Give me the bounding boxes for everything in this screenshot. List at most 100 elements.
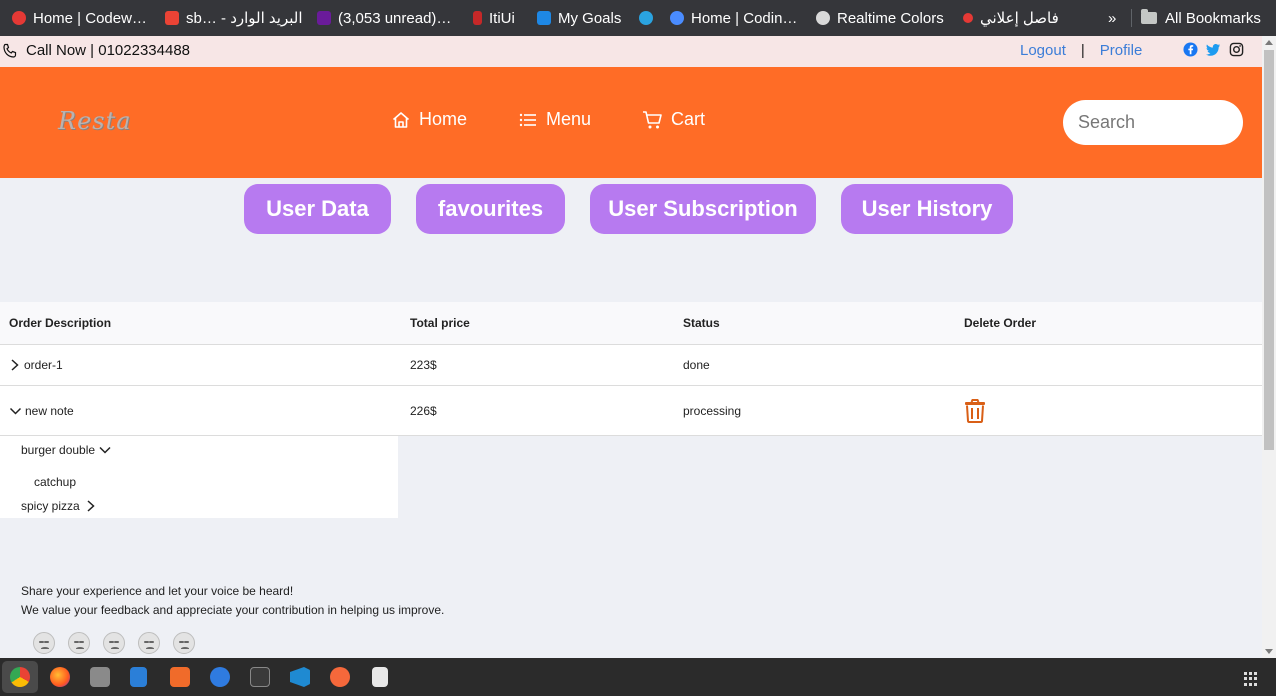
gmail-icon <box>165 11 179 25</box>
cart-icon <box>643 110 662 128</box>
order-items-list: burger double catchup spicy pizza <box>0 436 398 518</box>
chrome-icon[interactable] <box>10 667 30 687</box>
vscode-icon[interactable] <box>290 667 310 687</box>
bookmark-itiui[interactable]: ItiUi <box>473 0 515 36</box>
tab-user-subscription[interactable]: User Subscription <box>590 184 816 234</box>
order-total: 223$ <box>410 358 437 372</box>
table-header: Order Description Total price Status Del… <box>0 302 1262 345</box>
nav-home-label: Home <box>419 109 468 129</box>
page-viewport: Call Now | 01022334488 Logout | Profile … <box>0 36 1262 658</box>
bookmark-realtime-colors[interactable]: Realtime Colors <box>816 0 944 36</box>
list-item[interactable]: burger double <box>21 443 112 457</box>
scroll-up-arrow-icon[interactable] <box>1265 40 1273 45</box>
account-links: Logout | Profile <box>1020 42 1142 59</box>
trash-icon <box>965 398 985 423</box>
os-taskbar <box>0 658 1276 696</box>
bookmarks-divider <box>1131 9 1132 27</box>
bookmark-ad-break[interactable]: فاصل إعلاني <box>963 0 1059 36</box>
yahoo-mail-icon <box>317 11 331 25</box>
logout-link[interactable]: Logout <box>1020 42 1066 59</box>
itiui-icon <box>473 11 482 25</box>
search-input[interactable] <box>1063 100 1243 145</box>
order-status: processing <box>683 403 742 418</box>
folder-icon <box>1141 9 1157 24</box>
chevron-down-icon[interactable] <box>98 444 112 456</box>
tab-favourites[interactable]: favourites <box>416 184 565 234</box>
phone-contact: Call Now | 01022334488 <box>2 42 190 59</box>
tab-user-history[interactable]: User History <box>841 184 1013 234</box>
contact-bar: Call Now | 01022334488 Logout | Profile <box>0 36 1262 67</box>
twitter-icon[interactable] <box>1206 42 1221 57</box>
instagram-icon[interactable] <box>1229 42 1244 57</box>
header-delete-order: Delete Order <box>964 316 1037 330</box>
rating-face-icon[interactable] <box>103 632 125 654</box>
list-icon <box>519 113 536 126</box>
codewars-icon <box>12 11 26 25</box>
nav-menu[interactable]: Menu <box>518 109 591 130</box>
header-total-price: Total price <box>410 316 470 330</box>
facebook-icon[interactable] <box>1183 42 1198 57</box>
trash-bin-icon[interactable] <box>372 667 388 687</box>
scroll-down-arrow-icon[interactable] <box>1265 649 1273 654</box>
scroll-thumb[interactable] <box>1264 50 1274 450</box>
chevron-right-icon[interactable] <box>85 499 97 513</box>
rating-face-icon[interactable] <box>33 632 55 654</box>
rating-face-icon[interactable] <box>173 632 195 654</box>
phone-icon <box>3 43 17 58</box>
realtime-colors-icon <box>816 11 830 25</box>
nav-cart[interactable]: Cart <box>642 109 705 130</box>
list-item: catchup <box>34 475 77 489</box>
site-header: Resta Home Menu Cart <box>0 67 1262 178</box>
postman-icon[interactable] <box>330 667 350 687</box>
list-item[interactable]: spicy pizza <box>21 499 97 513</box>
feedback-section: Share your experience and let your voice… <box>21 582 444 620</box>
chevron-right-icon[interactable] <box>9 358 21 372</box>
header-order-description: Order Description <box>9 316 112 330</box>
order-total: 226$ <box>410 403 437 418</box>
header-status: Status <box>683 316 720 330</box>
app-grid-icon[interactable] <box>1244 672 1258 686</box>
order-description[interactable]: new note <box>9 404 74 418</box>
nav-cart-label: Cart <box>671 109 706 129</box>
all-bookmarks-button[interactable]: All Bookmarks <box>1141 0 1261 36</box>
nav-menu-label: Menu <box>546 109 592 129</box>
bookmark-yahoo-mail[interactable]: (3,053 unread)… <box>317 0 451 36</box>
software-center-icon[interactable] <box>170 667 190 687</box>
table-row[interactable]: new note 226$ processing <box>0 386 1262 436</box>
bookmark-codinggame[interactable]: Home | Codin… <box>670 0 797 36</box>
bookmark-codewars[interactable]: Home | Codew… <box>12 0 147 36</box>
order-status: done <box>683 358 710 372</box>
home-icon <box>392 111 410 128</box>
delete-order-button[interactable] <box>964 398 986 423</box>
codingame-icon <box>670 11 684 25</box>
page-scrollbar[interactable] <box>1262 36 1276 658</box>
site-logo[interactable]: Resta <box>58 107 132 135</box>
heart-icon <box>963 13 973 23</box>
feedback-line-1: Share your experience and let your voice… <box>21 584 294 598</box>
profile-link[interactable]: Profile <box>1100 42 1143 59</box>
bookmark-my-goals[interactable]: My Goals <box>537 0 621 36</box>
rating-face-icon[interactable] <box>138 632 160 654</box>
rating-face-icon[interactable] <box>68 632 90 654</box>
table-row[interactable]: order-1 223$ done <box>0 345 1262 386</box>
social-links <box>1183 42 1244 57</box>
bookmark-telegram[interactable] <box>639 0 660 36</box>
tab-user-data[interactable]: User Data <box>244 184 391 234</box>
orders-table: Order Description Total price Status Del… <box>0 302 1262 436</box>
nav-home[interactable]: Home <box>391 109 467 130</box>
feedback-line-2: We value your feedback and appreciate yo… <box>21 603 445 617</box>
help-icon[interactable] <box>210 667 230 687</box>
firefox-icon[interactable] <box>50 667 70 687</box>
rating-faces <box>33 632 195 654</box>
text-editor-icon[interactable] <box>130 667 147 687</box>
bookmarks-bar: Home | Codew… sb… - البريد الوارد (3,053… <box>0 0 1276 36</box>
chevron-down-icon[interactable] <box>9 405 22 417</box>
bookmark-gmail[interactable]: sb… - البريد الوارد <box>165 0 303 36</box>
terminal-icon[interactable] <box>250 667 270 687</box>
order-description[interactable]: order-1 <box>9 358 63 372</box>
file-manager-icon[interactable] <box>90 667 110 687</box>
youtube-icon <box>537 11 551 25</box>
bookmarks-overflow-button[interactable]: » <box>1108 0 1116 36</box>
link-separator: | <box>1080 42 1085 59</box>
telegram-icon <box>639 11 653 25</box>
